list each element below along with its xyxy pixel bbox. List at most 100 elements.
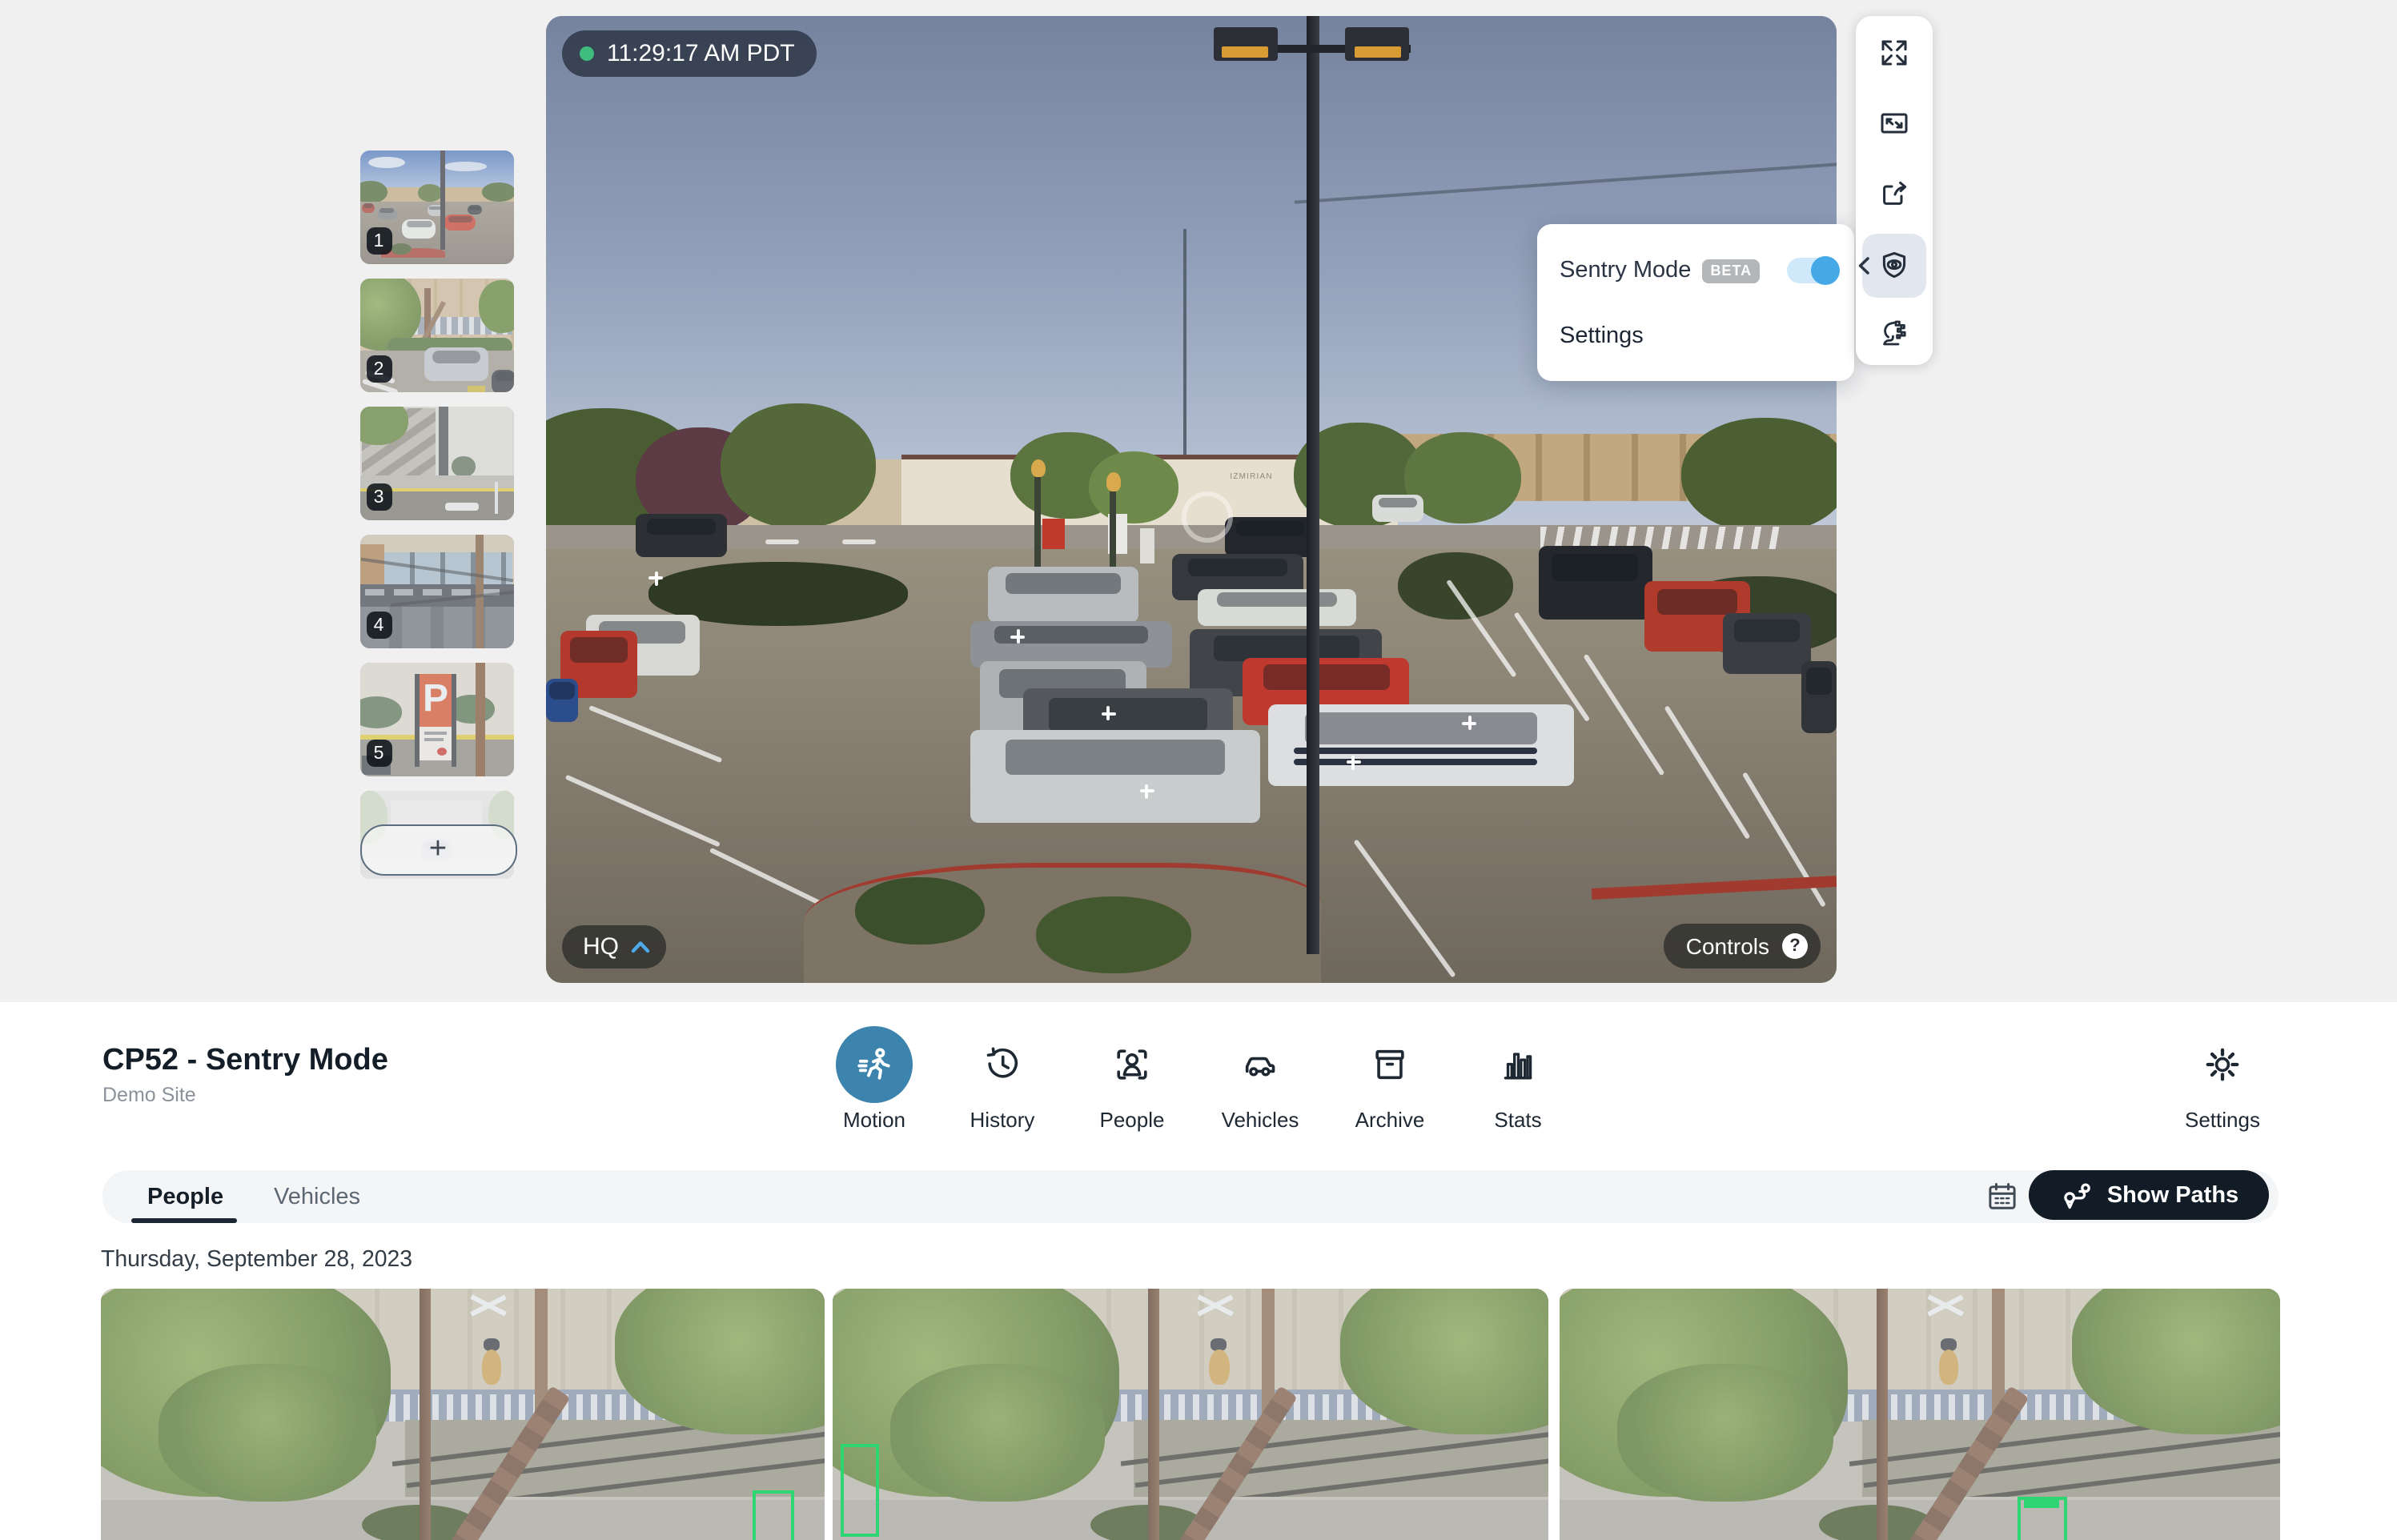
tree (418, 185, 443, 202)
tree (483, 182, 513, 202)
settings-button[interactable]: Settings (2170, 1021, 2275, 1133)
car (378, 207, 396, 220)
tab-stats[interactable]: Stats (1465, 1021, 1571, 1133)
motion-icon (853, 1044, 895, 1085)
hedge (387, 338, 513, 356)
quality-selector[interactable]: HQ (562, 925, 665, 969)
tab-vehicles[interactable]: Vehicles (1207, 1021, 1313, 1133)
live-dot-icon (580, 46, 594, 61)
glint (1010, 635, 1025, 638)
event-thumbnail-1[interactable] (101, 1289, 825, 1540)
add-camera-button[interactable]: + (359, 824, 516, 876)
controls-label: Controls (1686, 933, 1769, 959)
quality-label: HQ (583, 933, 619, 960)
sentry-mode-button[interactable] (1862, 234, 1926, 298)
tab-filter-vehicles[interactable]: Vehicles (274, 1170, 360, 1223)
wall (428, 407, 513, 477)
glint (1346, 760, 1360, 764)
app-window: 1 2 (0, 0, 2397, 1540)
tab-filter-people[interactable]: People (147, 1170, 223, 1223)
cloud (444, 162, 488, 172)
light-pole (441, 150, 445, 251)
event-thumbnail-2[interactable] (833, 1289, 1548, 1540)
live-video-player[interactable]: IZMIRIAN (546, 16, 1837, 983)
show-paths-button[interactable]: Show Paths (2029, 1170, 2269, 1220)
hedge (1398, 552, 1514, 620)
sign-post (452, 674, 456, 767)
car (1723, 614, 1811, 674)
buffering-spinner (1181, 491, 1232, 543)
parking-sign (1042, 519, 1065, 550)
car (444, 215, 476, 231)
car (1225, 517, 1315, 558)
beta-badge: BETA (1702, 259, 1760, 283)
camera-thumbnail-1[interactable]: 1 (359, 150, 513, 264)
fullscreen-button[interactable] (1862, 21, 1926, 85)
building (390, 800, 482, 826)
fence (390, 317, 513, 335)
video-scene: IZMIRIAN (546, 16, 1837, 983)
tree (359, 407, 408, 445)
timestamp-overlay: 11:29:17 AM PDT (562, 30, 817, 77)
tab-history[interactable]: History (950, 1021, 1055, 1133)
tree (359, 279, 421, 351)
tab-motion[interactable]: Motion (821, 1021, 927, 1133)
lamp-post (1110, 490, 1115, 577)
person-detection-box (2018, 1498, 2067, 1540)
car (636, 514, 727, 557)
camera-thumbnail-2[interactable]: 2 (359, 279, 513, 392)
popup-collapse-chevron[interactable] (1857, 256, 1870, 275)
sign-board (1140, 528, 1155, 563)
camera-thumbnail-3[interactable]: 3 (359, 407, 513, 520)
camera-thumbnail-4[interactable]: 4 (359, 535, 513, 648)
car (403, 219, 436, 238)
sentry-mode-label: Sentry Mode (1560, 258, 1691, 283)
chevron-left-icon (1861, 259, 1868, 273)
calendar-button[interactable] (1982, 1177, 2021, 1215)
cable (391, 591, 513, 607)
controls-button[interactable]: Controls ? (1664, 924, 1821, 969)
agave (448, 695, 495, 724)
event-thumbnail-3[interactable] (1560, 1289, 2280, 1540)
tab-archive[interactable]: Archive (1337, 1021, 1443, 1133)
tab-label: Motion (821, 1108, 927, 1132)
history-icon (983, 1045, 1022, 1084)
people-icon (1113, 1045, 1151, 1084)
page-title: CP52 - Sentry Mode (102, 1044, 388, 1079)
filter-tab-bar: People Vehicles (102, 1170, 2279, 1223)
tab-people[interactable]: People (1079, 1021, 1185, 1133)
fullscreen-icon (1878, 37, 1910, 69)
share-button[interactable] (1862, 162, 1926, 226)
wood-panel (359, 543, 384, 598)
active-tab-circle (836, 1026, 913, 1103)
tab-label: History (950, 1108, 1055, 1132)
tree (359, 181, 387, 203)
site-subtitle: Demo Site (102, 1084, 196, 1106)
glint (1101, 712, 1115, 716)
thumbnail-veil (101, 1289, 825, 1540)
privacy-button[interactable] (1862, 301, 1926, 365)
lamp-head (1345, 26, 1410, 61)
tab-label: Archive (1337, 1108, 1443, 1132)
crossing-gate (420, 301, 445, 343)
logo-dot (436, 747, 447, 756)
fit-screen-button[interactable] (1862, 91, 1926, 155)
camera-number-badge: 1 (366, 227, 391, 255)
stats-icon (1499, 1045, 1537, 1084)
window-slits (366, 589, 508, 595)
help-icon[interactable]: ? (1782, 933, 1808, 959)
shrub (856, 876, 985, 944)
car (424, 347, 489, 381)
lamp (1031, 459, 1046, 477)
van (1539, 546, 1652, 620)
sentry-mode-toggle[interactable] (1787, 258, 1838, 283)
thumbnail-veil (833, 1289, 1548, 1540)
show-paths-label: Show Paths (2107, 1182, 2238, 1208)
camera-thumbnail-5[interactable]: P 5 (359, 663, 513, 776)
fit-screen-icon (1878, 107, 1910, 139)
car (987, 567, 1138, 624)
lamp (1106, 472, 1121, 491)
sentry-settings-link[interactable]: Settings (1560, 323, 1644, 349)
privacy-face-icon (1878, 317, 1910, 349)
sentry-shield-icon (1878, 250, 1910, 282)
